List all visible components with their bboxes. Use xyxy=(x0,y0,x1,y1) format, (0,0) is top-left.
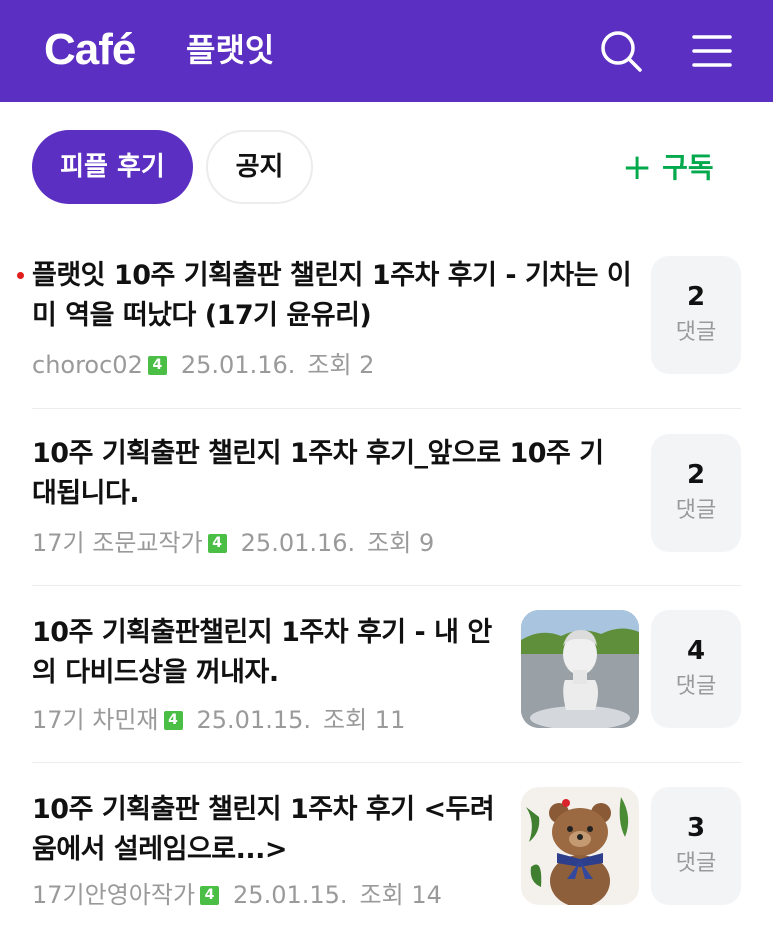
unread-dot xyxy=(17,272,24,279)
post-title[interactable]: 10주 기획출판챌린지 1주차 후기 - 내 안의 다비드상을 꺼내자. xyxy=(32,613,512,693)
comment-count: 2 xyxy=(686,282,706,312)
comment-count: 4 xyxy=(686,636,706,666)
post-title[interactable]: 10주 기획출판 챌린지 1주차 후기_앞으로 10주 기대됩니다. xyxy=(32,434,612,514)
tab-notice[interactable]: 공지 xyxy=(206,130,313,204)
comment-count-box[interactable]: 3 댓글 xyxy=(651,787,741,905)
post-meta: choroc02 4 25.01.16. 조회 2 xyxy=(32,348,374,381)
comment-count-box[interactable]: 2 댓글 xyxy=(651,256,741,374)
comment-count: 2 xyxy=(686,460,706,490)
post-title[interactable]: 10주 기획출판 챌린지 1주차 후기 <두려움에서 설레임으로...> xyxy=(32,790,512,870)
post-meta: 17기 조문교작가 4 25.01.16. 조회 9 xyxy=(32,526,434,559)
post-views: 조회 14 xyxy=(359,881,442,909)
comment-label: 댓글 xyxy=(675,851,717,876)
level-badge: 4 xyxy=(147,355,167,375)
post-thumbnail[interactable] xyxy=(521,610,639,728)
search-icon xyxy=(601,31,642,72)
level-badge: 4 xyxy=(163,710,183,730)
divider xyxy=(32,585,741,586)
level-badge: 4 xyxy=(200,885,220,905)
subscribe-label: 구독 xyxy=(662,151,714,184)
tab-people-review[interactable]: 피플 후기 xyxy=(32,130,193,204)
menu-button[interactable] xyxy=(688,26,738,76)
post-author: choroc02 xyxy=(32,351,143,379)
search-button[interactable] xyxy=(596,26,646,76)
comment-count-box[interactable]: 2 댓글 xyxy=(651,434,741,552)
david-statue-image xyxy=(521,610,639,728)
post-author: 17기안영아작가 xyxy=(32,881,196,909)
hamburger-menu-icon xyxy=(692,35,732,67)
divider xyxy=(32,408,741,409)
post-views: 조회 11 xyxy=(323,706,406,734)
subscribe-button[interactable]: + 구독 xyxy=(622,146,714,190)
post-meta: 17기 차민재 4 25.01.15. 조회 11 xyxy=(32,703,405,736)
comment-count-box[interactable]: 4 댓글 xyxy=(651,610,741,728)
post-author: 17기 조문교작가 xyxy=(32,529,203,557)
plus-icon: + xyxy=(622,147,653,188)
app-header: Café 플랫잇 xyxy=(0,0,773,102)
post-title[interactable]: 플랫잇 10주 기획출판 챌린지 1주차 후기 - 기차는 이미 역을 떠났다 … xyxy=(32,256,632,336)
post-views: 조회 2 xyxy=(307,351,375,379)
level-badge: 4 xyxy=(207,533,227,553)
post-views: 조회 9 xyxy=(367,529,435,557)
cafe-logo[interactable]: Café xyxy=(44,24,136,76)
post-author: 17기 차민재 xyxy=(32,706,159,734)
cafe-name[interactable]: 플랫잇 xyxy=(186,30,274,70)
teddy-bear-image xyxy=(521,787,639,905)
post-date: 25.01.16. xyxy=(180,351,296,379)
post-date: 25.01.16. xyxy=(240,529,356,557)
post-date: 25.01.15. xyxy=(196,706,312,734)
post-meta: 17기안영아작가 4 25.01.15. 조회 14 xyxy=(32,878,442,911)
divider xyxy=(32,762,741,763)
comment-label: 댓글 xyxy=(675,498,717,523)
comment-label: 댓글 xyxy=(675,674,717,699)
post-date: 25.01.15. xyxy=(233,881,348,909)
post-thumbnail[interactable] xyxy=(521,787,639,905)
comment-count: 3 xyxy=(686,813,706,843)
comment-label: 댓글 xyxy=(675,320,717,345)
